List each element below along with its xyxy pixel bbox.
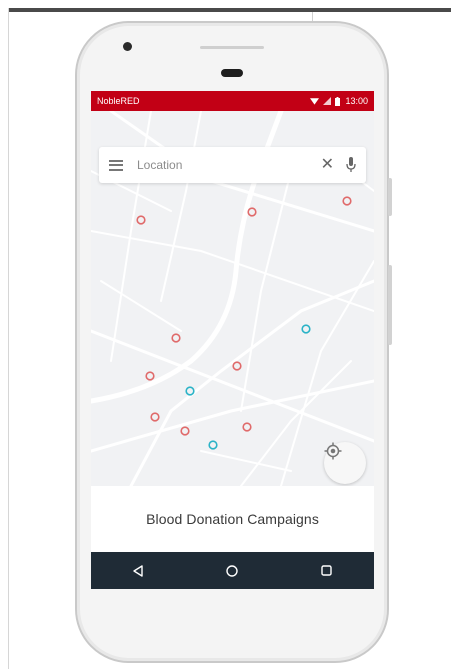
search-bar: ✕ xyxy=(99,147,366,183)
campaign-marker[interactable] xyxy=(150,412,160,422)
signal-icon xyxy=(323,97,332,105)
phone-screen: NobleRED 13:00 Location ✕ Blood Donation… xyxy=(91,91,374,589)
campaign-marker[interactable] xyxy=(180,426,190,436)
earpiece xyxy=(221,69,243,77)
campaign-marker[interactable] xyxy=(136,215,146,225)
bottom-panel[interactable]: Blood Donation Campaigns xyxy=(91,486,374,552)
power-button xyxy=(388,178,392,216)
home-button[interactable] xyxy=(212,556,252,586)
front-camera xyxy=(123,42,132,51)
window-top-border xyxy=(8,8,451,12)
campaign-marker[interactable] xyxy=(247,207,257,217)
campaign-marker[interactable] xyxy=(171,333,181,343)
my-location-icon xyxy=(324,442,342,460)
campaign-marker[interactable] xyxy=(232,361,242,371)
wifi-icon xyxy=(310,98,320,105)
map-road xyxy=(91,329,374,443)
campaign-marker[interactable] xyxy=(185,386,195,396)
app-name: NobleRED xyxy=(97,96,140,106)
menu-icon[interactable] xyxy=(109,159,123,171)
location-search-input[interactable] xyxy=(137,158,321,172)
campaign-marker[interactable] xyxy=(301,324,311,334)
campaign-marker[interactable] xyxy=(145,371,155,381)
map-road xyxy=(160,111,202,302)
speaker-grille xyxy=(200,46,264,49)
window-left-border xyxy=(8,8,9,669)
recents-button[interactable] xyxy=(307,556,347,586)
my-location-button[interactable] xyxy=(324,442,366,484)
home-icon xyxy=(226,564,239,577)
battery-icon xyxy=(335,96,341,106)
volume-button xyxy=(388,265,392,345)
map-view[interactable]: ✕ xyxy=(91,111,374,486)
map-road xyxy=(100,280,182,332)
back-button[interactable] xyxy=(118,556,158,586)
back-icon xyxy=(133,564,143,577)
map-road xyxy=(200,450,292,472)
campaign-marker[interactable] xyxy=(208,440,218,450)
recents-icon xyxy=(321,565,333,576)
campaign-marker[interactable] xyxy=(342,196,352,206)
status-icons xyxy=(310,96,341,106)
panel-title: Blood Donation Campaigns xyxy=(146,511,319,527)
clock: 13:00 xyxy=(345,96,368,106)
close-icon[interactable]: ✕ xyxy=(321,157,334,173)
android-nav-bar xyxy=(91,552,374,589)
campaign-marker[interactable] xyxy=(242,422,252,432)
mic-icon[interactable] xyxy=(346,157,356,173)
status-bar: NobleRED 13:00 xyxy=(91,91,374,111)
